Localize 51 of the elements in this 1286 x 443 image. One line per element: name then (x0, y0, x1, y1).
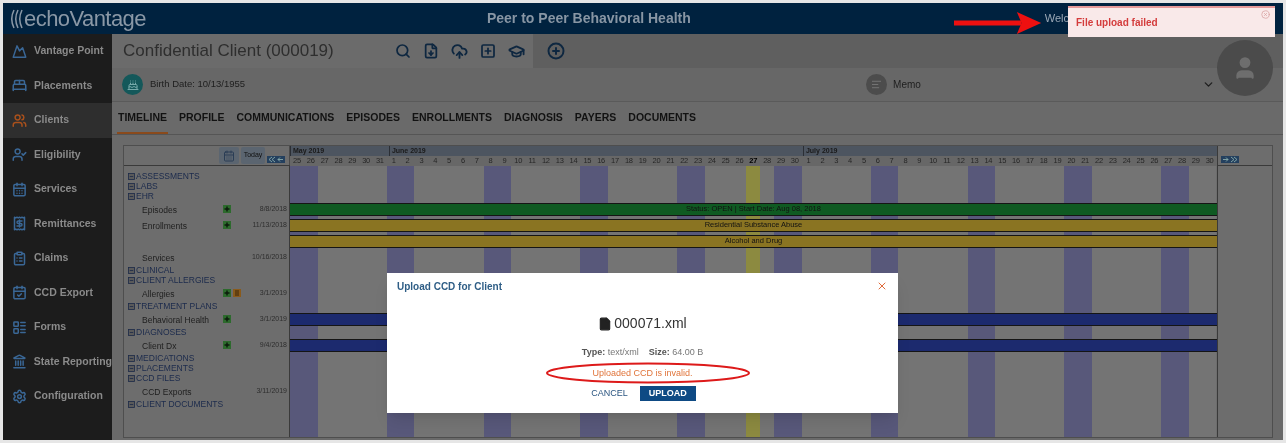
upload-button[interactable]: UPLOAD (639, 386, 696, 401)
section-label: LABS (136, 181, 158, 191)
row-label: Enrollments (142, 220, 188, 233)
section-label: PLACEMENTS (136, 363, 194, 373)
dialog-title: Upload CCD for Client (397, 279, 502, 294)
sidebar-item[interactable]: Remittances (3, 206, 112, 241)
sidebar-item[interactable]: Vantage Point (3, 34, 112, 69)
section-label: CLIENT ALLERGIES (136, 275, 216, 285)
client-name: Confidential Client (000019) (123, 40, 334, 63)
section-label: EHR (136, 191, 154, 201)
cancel-button[interactable]: CANCEL (589, 386, 630, 401)
tab[interactable]: DOCUMENTS (627, 103, 697, 134)
row-label: Episodes (142, 204, 178, 217)
sidebar-item[interactable]: Eligibility (3, 137, 112, 172)
section-label: CCD FILES (136, 373, 181, 383)
tab[interactable]: PAYERS (573, 103, 618, 134)
row-label: CCD Exports (142, 386, 193, 399)
welcome-text: Welc (1044, 11, 1069, 27)
section-label: CLINICAL (136, 265, 175, 275)
memo-label: Memo (893, 78, 921, 92)
sidebar-item[interactable]: Configuration (3, 379, 112, 414)
row-label: Behavioral Health (142, 314, 211, 327)
row-label: Allergies (142, 288, 176, 301)
tab[interactable]: DIAGNOSIS (502, 103, 564, 134)
sidebar-item[interactable]: State Reporting (3, 344, 112, 379)
section-label: TREATMENT PLANS (136, 301, 218, 311)
toast-message: File upload failed (1076, 16, 1158, 30)
sidebar-item[interactable]: Placements (3, 68, 112, 103)
tab[interactable]: PROFILE (178, 103, 226, 134)
row-label: Client Dx (142, 340, 178, 353)
file-type: Type: text/xml (581, 346, 639, 359)
birth-date: Birth Date: 10/13/1955 (150, 77, 246, 92)
row-label: Services (142, 252, 176, 265)
section-label: DIAGNOSES (136, 327, 187, 337)
section-label: ASSESSMENTS (136, 171, 200, 181)
tab[interactable]: EPISODES (345, 103, 401, 134)
tab[interactable]: TIMELINE (117, 103, 168, 134)
sidebar-item[interactable]: Clients (3, 103, 112, 138)
sidebar-item[interactable]: Claims (3, 241, 112, 276)
section-label: CLIENT DOCUMENTS (136, 399, 224, 409)
file-name: 000071.xml (614, 314, 687, 333)
app-logo: echoVantage (24, 7, 146, 30)
sidebar-item[interactable]: Forms (3, 310, 112, 345)
sidebar-item[interactable]: CCD Export (3, 275, 112, 310)
organization-title: Peer to Peer Behavioral Health (486, 9, 691, 28)
file-size: Size: 64.00 B (648, 346, 704, 359)
sidebar-item[interactable]: Services (3, 172, 112, 207)
tab[interactable]: COMMUNICATIONS (235, 103, 336, 134)
tab[interactable]: ENROLLMENTS (411, 103, 493, 134)
section-label: MEDICATIONS (136, 353, 195, 363)
error-message: Uploaded CCD is invalid. (592, 366, 693, 380)
